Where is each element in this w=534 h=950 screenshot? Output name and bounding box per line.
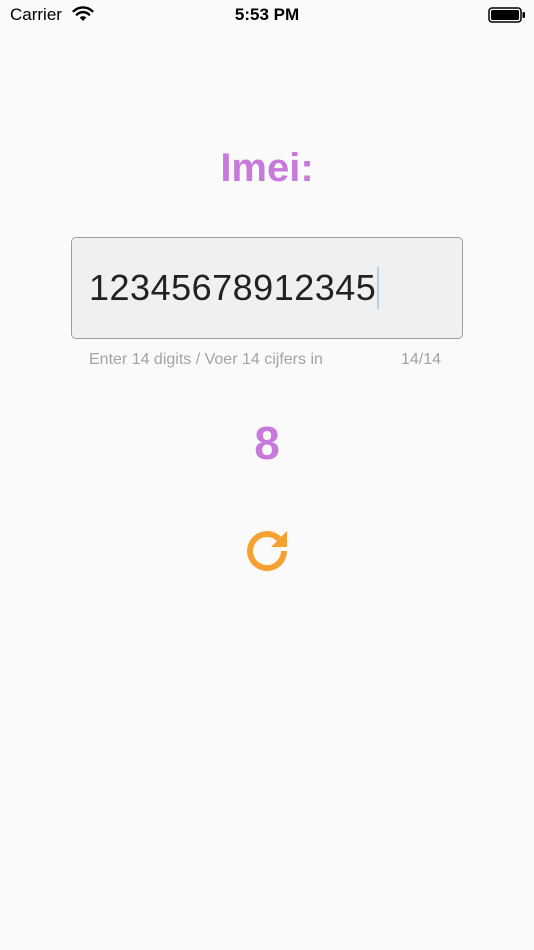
status-bar: Carrier 5:53 PM <box>0 0 534 30</box>
status-time: 5:53 PM <box>234 5 300 24</box>
imei-helper-text: Enter 14 digits / Voer 14 cijfers in <box>89 351 323 368</box>
refresh-button[interactable] <box>240 524 294 578</box>
imei-input[interactable]: 12345678912345 <box>71 237 463 339</box>
check-digit-result: 8 <box>254 417 280 469</box>
page-title: Imei: <box>220 146 314 190</box>
screen: Carrier 5:53 PM Imei: 12345678912345 Ent… <box>0 0 534 950</box>
text-caret <box>377 267 380 309</box>
battery-icon <box>488 7 525 23</box>
imei-character-counter: 14/14 <box>401 351 442 368</box>
refresh-icon <box>247 531 287 572</box>
imei-input-value: 12345678912345 <box>89 267 377 308</box>
